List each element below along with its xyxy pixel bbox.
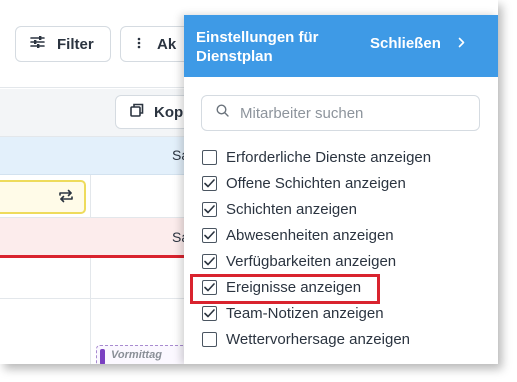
copy-icon: [130, 103, 144, 121]
checkmark-icon: [204, 178, 215, 187]
close-button[interactable]: Schließen: [370, 35, 465, 52]
panel-title: Einstellungen für Dienstplan: [196, 29, 319, 65]
option-label: Wettervorhersage anzeigen: [226, 330, 410, 348]
checkbox[interactable]: [202, 201, 217, 217]
option-weather-forecast[interactable]: Wettervorhersage anzeigen: [202, 326, 492, 352]
checkbox[interactable]: [202, 175, 217, 191]
checkbox[interactable]: [202, 149, 217, 165]
filter-button-label: Filter: [57, 35, 94, 53]
option-open-shifts[interactable]: Offene Schichten anzeigen: [202, 170, 492, 196]
copy-button-label: Kop: [154, 103, 184, 121]
chevron-right-icon: [458, 35, 465, 52]
option-label: Schichten anzeigen: [226, 200, 357, 218]
actions-button-label: Ak: [157, 35, 177, 53]
option-absences[interactable]: Abwesenheiten anzeigen: [202, 222, 492, 248]
app-window: Filter Ak Kop Sa Sa Vormittag Einstellun…: [0, 0, 498, 364]
checkbox[interactable]: [202, 227, 217, 243]
option-label: Abwesenheiten anzeigen: [226, 226, 394, 244]
option-label: Verfügbarkeiten anzeigen: [226, 252, 397, 270]
checkbox[interactable]: [202, 253, 217, 269]
search-input[interactable]: [240, 104, 460, 122]
option-label: Erforderliche Dienste anzeigen: [226, 148, 432, 166]
panel-header: Einstellungen für Dienstplan Schließen: [184, 15, 498, 77]
checkbox[interactable]: [202, 305, 217, 321]
shift-card[interactable]: [0, 180, 86, 214]
display-options-list: Erforderliche Dienste anzeigen Offene Sc…: [202, 144, 492, 352]
event-color-bar: [100, 349, 105, 364]
checkmark-icon: [204, 308, 215, 317]
employee-search[interactable]: [201, 95, 480, 131]
sliders-icon: [30, 35, 45, 53]
event-label: Vormittag: [111, 349, 162, 361]
swap-icon[interactable]: [58, 189, 74, 208]
checkmark-icon: [204, 256, 215, 265]
grid-divider: [90, 258, 91, 364]
highlight-box: [190, 274, 380, 304]
checkbox[interactable]: [202, 331, 217, 347]
option-availabilities[interactable]: Verfügbarkeiten anzeigen: [202, 248, 492, 274]
option-shifts[interactable]: Schichten anzeigen: [202, 196, 492, 222]
event-chip[interactable]: Vormittag: [96, 345, 196, 364]
option-label: Team-Notizen anzeigen: [226, 304, 384, 322]
search-icon: [216, 104, 229, 122]
filter-button[interactable]: Filter: [15, 26, 111, 62]
schedule-settings-panel: Einstellungen für Dienstplan Schließen E…: [184, 15, 498, 364]
checkmark-icon: [204, 230, 215, 239]
option-required-shifts[interactable]: Erforderliche Dienste anzeigen: [202, 144, 492, 170]
checkmark-icon: [204, 204, 215, 213]
more-vertical-icon: [137, 36, 141, 53]
grid-divider: [90, 175, 91, 218]
close-button-label: Schließen: [370, 35, 441, 52]
option-label: Offene Schichten anzeigen: [226, 174, 406, 192]
